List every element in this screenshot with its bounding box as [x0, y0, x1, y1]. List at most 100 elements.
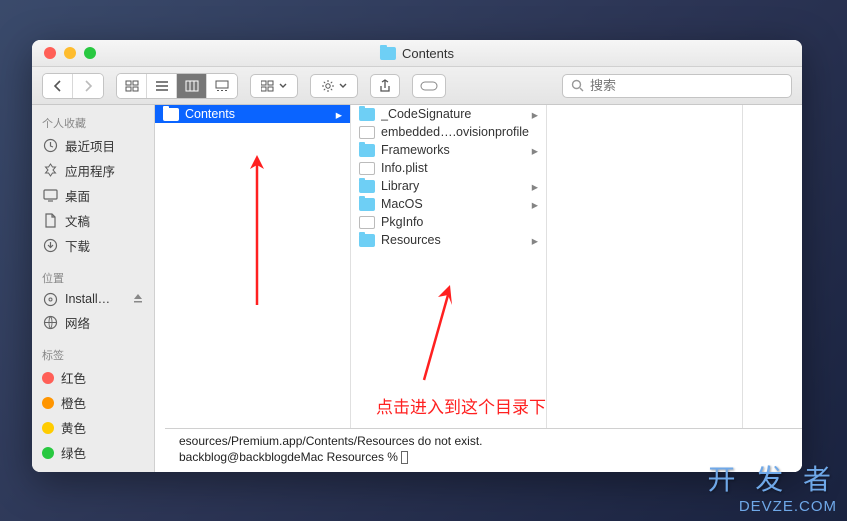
download-icon	[42, 238, 58, 254]
sidebar-item-recents[interactable]: 最近项目	[32, 133, 154, 158]
window-title-text: Contents	[402, 46, 454, 61]
sidebar-item-desktop[interactable]: 桌面	[32, 183, 154, 208]
sidebar-item-downloads[interactable]: 下载	[32, 233, 154, 258]
column-item[interactable]: PkgInfo	[351, 213, 546, 231]
share-icon	[379, 79, 391, 93]
annotation-text: 点击进入到这个目录下	[376, 393, 546, 418]
column-item[interactable]: embedded….ovisionprofile	[351, 123, 546, 141]
sidebar-item-network[interactable]: 网络	[32, 310, 154, 335]
sidebar-tag-red[interactable]: 红色	[32, 365, 154, 390]
sidebar-item-label: 黄色	[61, 418, 86, 437]
column-item-name: Frameworks	[381, 143, 526, 157]
globe-icon	[42, 315, 58, 331]
sidebar: 个人收藏 最近项目 应用程序 桌面 文稿 下载 位置	[32, 105, 155, 472]
folder-icon	[163, 108, 179, 121]
file-icon	[359, 126, 375, 139]
folder-icon	[359, 108, 375, 121]
view-mode-segment	[116, 73, 238, 99]
disc-icon	[42, 291, 58, 307]
search-input[interactable]	[590, 78, 783, 93]
column-item[interactable]: Frameworks ▸	[351, 141, 546, 159]
column-item[interactable]: Resources▸	[351, 231, 546, 249]
window-title: Contents	[380, 46, 454, 61]
titlebar: Contents	[32, 40, 802, 67]
sidebar-item-label: 橙色	[61, 393, 86, 412]
back-button[interactable]	[43, 74, 73, 98]
sidebar-item-label: 蓝色	[61, 468, 86, 472]
folder-icon	[359, 234, 375, 247]
column-item-name: Contents	[185, 107, 330, 121]
chevron-right-icon: ▸	[532, 143, 538, 158]
sidebar-item-install[interactable]: Install…	[32, 288, 154, 310]
view-gallery-button[interactable]	[207, 74, 237, 98]
column-item-name: Library	[381, 179, 526, 193]
gear-icon	[321, 79, 335, 93]
action-menu-button[interactable]	[310, 74, 358, 98]
terminal-line: esources/Premium.app/Contents/Resources …	[179, 433, 788, 449]
column-item[interactable]: MacOS ▸	[351, 195, 546, 213]
folder-icon	[359, 198, 375, 211]
doc-icon	[42, 213, 58, 229]
watermark-url: DEVZE.COM	[707, 498, 837, 515]
column-3: ||	[547, 105, 743, 472]
terminal-prompt[interactable]: backblog@backblogdeMac Resources %	[179, 449, 788, 465]
sidebar-item-label: 文稿	[65, 211, 90, 230]
finder-window: Contents	[32, 40, 802, 472]
search-field[interactable]	[562, 74, 792, 98]
tag-dot-icon	[42, 372, 54, 384]
file-icon	[359, 216, 375, 229]
sidebar-item-label: 应用程序	[65, 161, 115, 180]
share-button[interactable]	[370, 74, 400, 98]
sidebar-item-label: 最近项目	[65, 136, 115, 155]
close-button[interactable]	[44, 47, 56, 59]
column-item[interactable]: Info.plist	[351, 159, 546, 177]
column-item[interactable]: Library ▸	[351, 177, 546, 195]
eject-button[interactable]	[132, 292, 144, 307]
annotation-arrow-2	[412, 285, 472, 385]
maximize-button[interactable]	[84, 47, 96, 59]
chevron-right-icon: ▸	[336, 107, 342, 122]
column-item[interactable]: _CodeSignature▸	[351, 105, 546, 123]
clock-icon	[42, 138, 58, 154]
chevron-right-icon: ▸	[532, 233, 538, 248]
sidebar-header-tags: 标签	[32, 343, 154, 365]
column-item-name: MacOS	[381, 197, 526, 211]
sidebar-item-label: 下载	[65, 236, 90, 255]
chevron-right-icon: ▸	[532, 197, 538, 212]
search-icon	[571, 79, 584, 92]
app-icon	[42, 163, 58, 179]
column-item[interactable]: Contents ▸	[155, 105, 350, 123]
chevron-right-icon: ▸	[532, 179, 538, 194]
sidebar-item-label: Install…	[65, 292, 110, 306]
sidebar-header-locations: 位置	[32, 266, 154, 288]
tag-dot-icon	[42, 472, 54, 473]
sidebar-tag-orange[interactable]: 橙色	[32, 390, 154, 415]
sidebar-tag-blue[interactable]: 蓝色	[32, 465, 154, 472]
sidebar-item-label: 网络	[65, 313, 90, 332]
tag-dot-icon	[42, 422, 54, 434]
forward-button[interactable]	[73, 74, 103, 98]
view-list-button[interactable]	[147, 74, 177, 98]
nav-buttons	[42, 73, 104, 99]
sidebar-item-label: 绿色	[61, 443, 86, 462]
file-icon	[359, 162, 375, 175]
sidebar-header-favorites: 个人收藏	[32, 111, 154, 133]
sidebar-tag-yellow[interactable]: 黄色	[32, 415, 154, 440]
sidebar-tag-green[interactable]: 绿色	[32, 440, 154, 465]
watermark: 开 发 者 DEVZE.COM	[707, 458, 837, 515]
view-columns-button[interactable]	[177, 74, 207, 98]
minimize-button[interactable]	[64, 47, 76, 59]
tag-dot-icon	[42, 447, 54, 459]
sidebar-item-applications[interactable]: 应用程序	[32, 158, 154, 183]
traffic-lights	[32, 47, 96, 59]
watermark-title: 开 发 者	[707, 458, 837, 498]
sidebar-item-label: 桌面	[65, 186, 90, 205]
group-button[interactable]	[250, 74, 298, 98]
view-icons-button[interactable]	[117, 74, 147, 98]
sidebar-item-label: 红色	[61, 368, 86, 387]
tags-button[interactable]	[412, 74, 446, 98]
folder-icon	[359, 144, 375, 157]
sidebar-item-documents[interactable]: 文稿	[32, 208, 154, 233]
toolbar	[32, 67, 802, 105]
annotation-arrow-1	[242, 155, 272, 305]
